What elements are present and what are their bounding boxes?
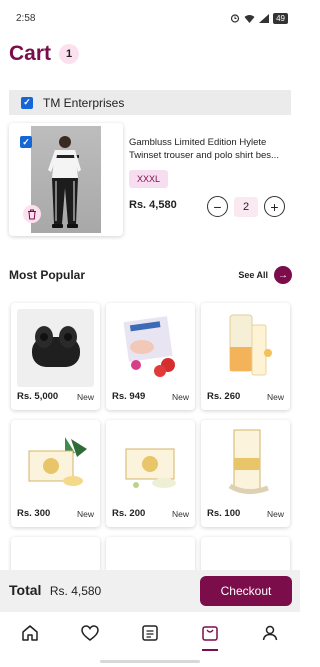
product-tile[interactable]: Rs. 949 New: [106, 303, 195, 410]
see-all-label: See All: [238, 270, 268, 280]
status-time: 2:58: [16, 12, 36, 24]
quantity-stepper: − 2 +: [207, 196, 285, 217]
wifi-icon: [244, 14, 255, 23]
status-icons: 49: [230, 12, 288, 24]
home-indicator: [100, 660, 200, 663]
cart-item-info: Gambluss Limited Edition Hylete Twinset …: [129, 137, 293, 188]
home-icon[interactable]: [15, 623, 45, 653]
new-tag: New: [171, 509, 189, 519]
cart-header: Cart 1: [9, 42, 80, 66]
product-tile[interactable]: Rs. 200 New: [106, 420, 195, 527]
new-tag: New: [76, 509, 94, 519]
seller-name: TM Enterprises: [43, 95, 125, 110]
product-tile[interactable]: Rs. 100 New: [201, 420, 290, 527]
section-title: Most Popular: [9, 268, 86, 282]
item-checkbox[interactable]: ✓: [20, 136, 32, 148]
total-bar: Total Rs. 4,580 Checkout: [0, 570, 300, 612]
product-tile[interactable]: Rs. 300 New: [11, 420, 100, 527]
product-price: Rs. 100: [207, 508, 241, 519]
seller-checkbox[interactable]: ✓: [21, 96, 33, 109]
product-thumbnail: [207, 309, 284, 387]
product-tile[interactable]: Rs. 5,000 New: [11, 303, 100, 410]
seller-row: ✓ TM Enterprises: [9, 90, 291, 115]
decrement-button[interactable]: −: [207, 196, 228, 217]
heart-icon[interactable]: [75, 623, 105, 653]
product-thumbnail: [17, 309, 94, 387]
most-popular-header: Most Popular See All →: [9, 266, 292, 284]
increment-button[interactable]: +: [264, 196, 285, 217]
new-tag: New: [266, 392, 284, 402]
page-title: Cart: [9, 42, 52, 65]
cart-count-badge: 1: [59, 44, 80, 64]
quantity-value: 2: [234, 196, 258, 217]
arrow-right-icon: →: [274, 266, 292, 284]
product-price: Rs. 300: [17, 508, 51, 519]
new-tag: New: [171, 392, 189, 402]
product-name[interactable]: Gambluss Limited Edition Hylete Twinset …: [129, 137, 293, 162]
orders-icon[interactable]: [135, 623, 165, 653]
size-chip: XXXL: [129, 170, 169, 188]
profile-icon[interactable]: [255, 623, 285, 653]
product-price: Rs. 260: [207, 391, 241, 402]
product-thumbnail: [112, 309, 189, 387]
status-bar: 2:58 49: [0, 0, 300, 36]
total-summary: Total Rs. 4,580: [9, 582, 101, 600]
item-price: Rs. 4,580: [129, 199, 177, 211]
product-image: [31, 126, 101, 233]
cart-item-card[interactable]: ✓: [9, 123, 123, 236]
product-thumbnail: [112, 426, 189, 504]
product-thumbnail: [17, 426, 94, 504]
alarm-icon: [230, 14, 240, 23]
new-tag: New: [76, 392, 94, 402]
total-label: Total: [9, 582, 42, 598]
battery-icon: 49: [273, 12, 288, 24]
signal-icon: [259, 13, 270, 23]
new-tag: New: [266, 509, 284, 519]
cart-icon[interactable]: [195, 623, 225, 653]
bottom-nav: [0, 612, 300, 667]
product-price: Rs. 5,000: [17, 391, 59, 402]
product-tile[interactable]: Rs. 260 New: [201, 303, 290, 410]
see-all-button[interactable]: See All →: [238, 266, 292, 284]
total-value: Rs. 4,580: [49, 584, 102, 598]
checkout-button[interactable]: Checkout: [200, 576, 292, 606]
product-thumbnail: [207, 426, 284, 504]
active-tab-indicator: [202, 649, 218, 651]
product-price: Rs. 200: [112, 508, 146, 519]
delete-icon[interactable]: [23, 205, 41, 223]
product-price: Rs. 949: [112, 391, 146, 402]
